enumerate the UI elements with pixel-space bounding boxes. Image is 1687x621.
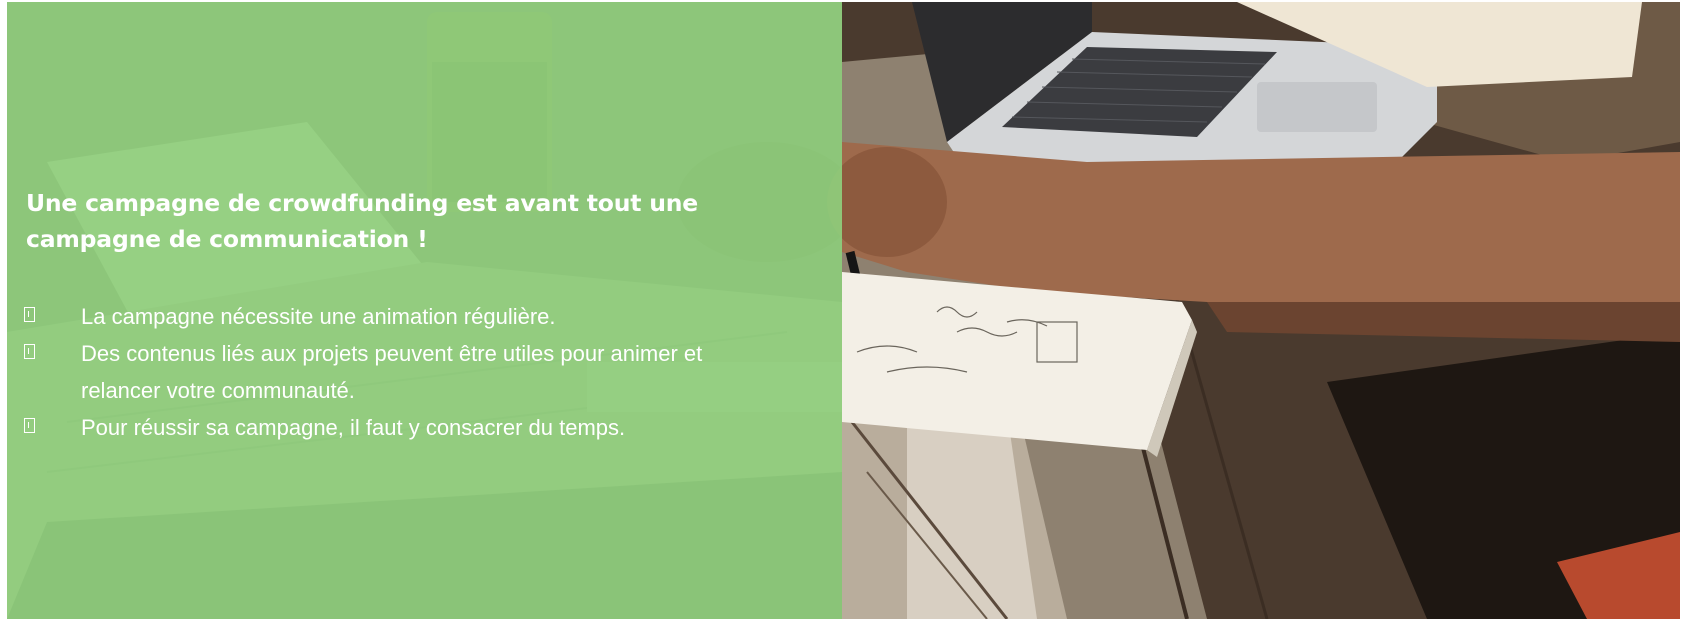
bullet-text: Pour réussir sa campagne, il faut y cons… bbox=[81, 415, 626, 440]
bullet-item: Pour réussir sa campagne, il faut y cons… bbox=[24, 409, 814, 446]
missing-glyph-box-icon bbox=[24, 418, 35, 433]
missing-glyph-box-icon bbox=[24, 344, 35, 359]
bullet-item: Des contenus liés aux projets peuvent êt… bbox=[24, 335, 814, 372]
green-overlay-panel: Une campagne de crowdfunding est avant t… bbox=[7, 2, 842, 619]
slide: Une campagne de crowdfunding est avant t… bbox=[7, 2, 1680, 619]
bullet-text: La campagne nécessite une animation régu… bbox=[81, 304, 556, 329]
bullet-text: relancer votre communauté. bbox=[81, 378, 355, 403]
slide-headline: Une campagne de crowdfunding est avant t… bbox=[26, 185, 786, 257]
headline-line: Une campagne de crowdfunding est avant t… bbox=[26, 189, 699, 217]
bullet-continuation: relancer votre communauté. bbox=[24, 372, 814, 409]
bullet-text: Des contenus liés aux projets peuvent êt… bbox=[81, 341, 703, 366]
missing-glyph-box-icon bbox=[24, 307, 35, 322]
headline-line: campagne de communication ! bbox=[26, 225, 428, 253]
bullet-item: La campagne nécessite une animation régu… bbox=[24, 298, 814, 335]
bullet-list: La campagne nécessite une animation régu… bbox=[24, 298, 814, 446]
